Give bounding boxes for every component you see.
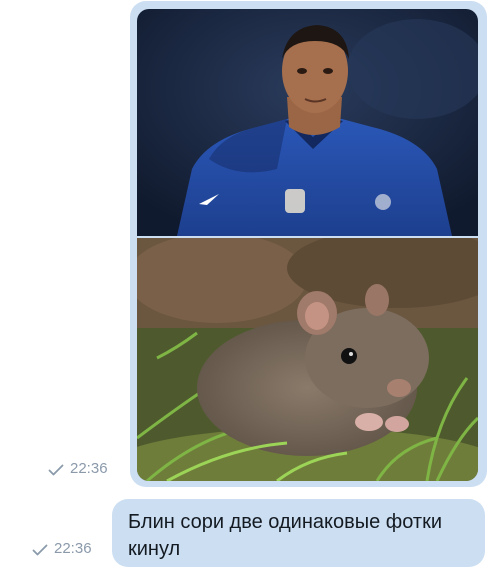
footballer-photo[interactable] xyxy=(137,9,478,236)
message-text: Блин сори две одинаковые фотки кинул xyxy=(128,511,442,560)
check-icon xyxy=(32,543,48,555)
message-time: 22:36 xyxy=(70,460,108,477)
outgoing-photo-message[interactable] xyxy=(130,1,487,487)
outgoing-text-message[interactable]: Блин сори две одинаковые фотки кинул xyxy=(112,499,485,567)
message-time: 22:36 xyxy=(54,540,92,557)
message-meta: 22:36 xyxy=(32,540,92,557)
check-icon xyxy=(48,463,64,475)
rat-photo[interactable] xyxy=(137,238,478,481)
rat-image xyxy=(137,238,478,481)
message-meta: 22:36 xyxy=(48,460,108,477)
footballer-image xyxy=(137,9,478,236)
